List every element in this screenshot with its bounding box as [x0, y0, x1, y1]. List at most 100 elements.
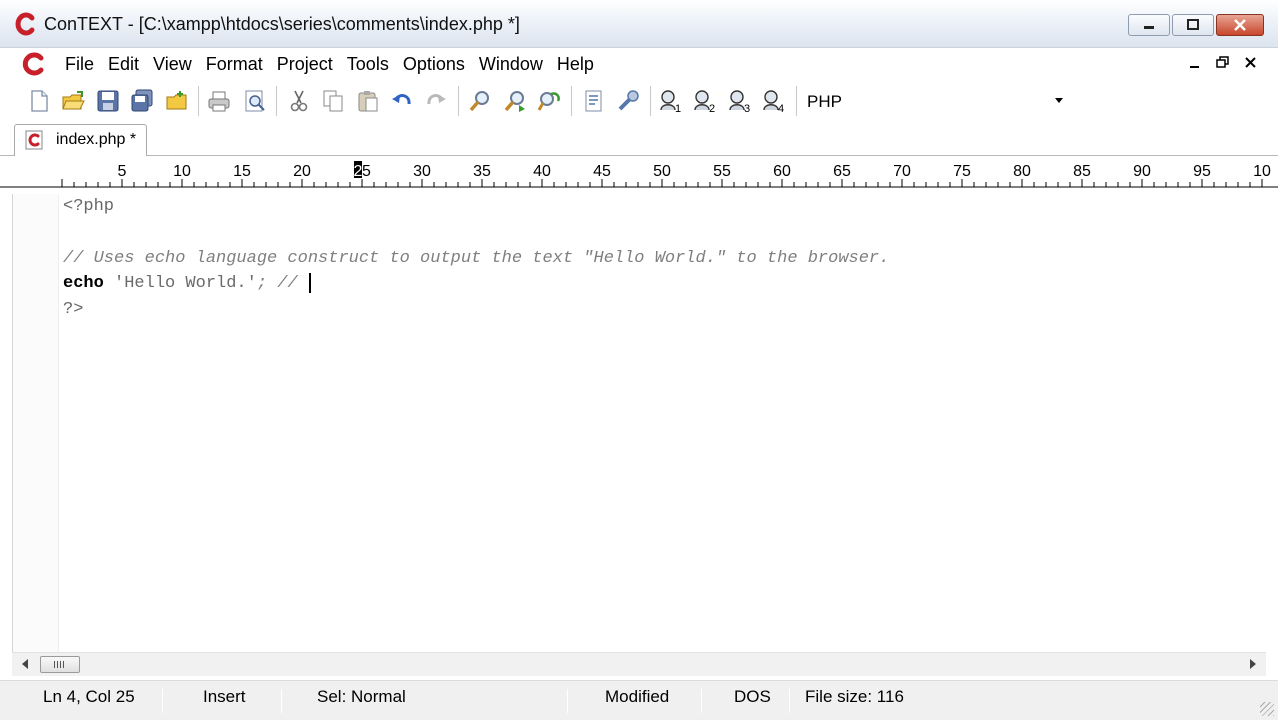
code-keyword: echo — [63, 274, 104, 294]
scroll-right-icon[interactable] — [1250, 659, 1256, 669]
language-select[interactable]: PHP — [800, 87, 1070, 115]
ruler-label: 80 — [1013, 163, 1031, 180]
ruler-label: 95 — [1193, 163, 1211, 180]
menu-tools[interactable]: Tools — [340, 52, 396, 76]
svg-text:1: 1 — [675, 103, 681, 113]
find-icon[interactable] — [467, 88, 493, 114]
column-ruler: 5 10 15 20 252 30 35 40 45 50 55 60 65 70 75 80 85 90 95 10 — [0, 156, 1278, 194]
menu-options[interactable]: Options — [396, 52, 472, 76]
minimize-button[interactable] — [1128, 14, 1170, 36]
print-icon[interactable] — [206, 88, 232, 114]
replace-icon[interactable] — [536, 88, 562, 114]
status-insert-mode: Insert — [203, 687, 246, 706]
scroll-left-icon[interactable] — [22, 659, 28, 669]
menu-window[interactable]: Window — [472, 52, 550, 76]
document-restore-button[interactable] — [1216, 54, 1230, 72]
ruler-label: 15 — [233, 163, 251, 180]
chevron-down-icon — [1055, 98, 1063, 103]
menu-project[interactable]: Project — [270, 52, 340, 76]
export-icon[interactable] — [581, 88, 607, 114]
ruler-label: 10 — [173, 163, 191, 180]
code-rest: ; // — [256, 274, 298, 294]
ruler-label: 30 — [413, 163, 431, 180]
maximize-button[interactable] — [1172, 14, 1214, 36]
ruler-label: 55 — [713, 163, 731, 180]
print-preview-icon[interactable] — [242, 88, 268, 114]
maximize-icon — [1173, 15, 1213, 35]
ruler-label: 65 — [833, 163, 851, 180]
code-area[interactable]: <?php // Uses echo language construct to… — [63, 194, 889, 323]
code-line-1: <?php — [63, 197, 115, 216]
close-icon — [1217, 15, 1263, 35]
ruler-label: 35 — [473, 163, 491, 180]
user-command-2-icon[interactable]: 2 — [692, 88, 718, 114]
menu-edit[interactable]: Edit — [101, 52, 146, 76]
code-string: 'Hello World.' — [114, 274, 257, 294]
ruler-label: 10 — [1253, 163, 1271, 180]
title-bar: ConTEXT - [C:\xampp\htdocs\series\commen… — [0, 0, 1278, 48]
open-file-icon[interactable] — [60, 88, 86, 114]
tab-index-php[interactable]: index.php * — [14, 124, 147, 156]
svg-text:3: 3 — [744, 103, 750, 113]
menu-file[interactable]: File — [58, 52, 101, 76]
scrollbar-thumb[interactable] — [40, 656, 80, 673]
ruler-label: 50 — [653, 163, 671, 180]
text-caret — [308, 272, 311, 293]
copy-icon[interactable] — [320, 88, 346, 114]
code-line-4: echo 'Hello World.'; // — [63, 271, 889, 297]
code-line-5: ?> — [63, 300, 84, 320]
ruler-label: 5 — [118, 163, 127, 180]
language-select-value: PHP — [807, 92, 842, 111]
ruler-label: 45 — [593, 163, 611, 180]
tools-icon[interactable] — [615, 88, 641, 114]
paste-icon[interactable] — [355, 88, 381, 114]
svg-text:2: 2 — [709, 103, 715, 113]
redo-icon[interactable] — [423, 88, 449, 114]
ruler-label: 85 — [1073, 163, 1091, 180]
tab-bar: index.php * — [0, 122, 1278, 156]
document-minimize-button[interactable] — [1188, 54, 1202, 72]
undo-icon[interactable] — [389, 88, 415, 114]
ruler-cursor-digit: 2 — [354, 163, 363, 180]
ruler-label: 75 — [953, 163, 971, 180]
grip-icon — [54, 661, 66, 668]
tab-label: index.php * — [56, 131, 137, 148]
save-icon[interactable] — [95, 88, 121, 114]
ruler-label: 70 — [893, 163, 911, 180]
window-title: ConTEXT - [C:\xampp\htdocs\series\commen… — [44, 14, 520, 34]
status-selection-mode: Sel: Normal — [317, 687, 406, 706]
document-close-button[interactable] — [1244, 54, 1258, 72]
php-file-icon — [25, 130, 43, 150]
close-window-button[interactable] — [1216, 14, 1264, 36]
find-next-icon[interactable] — [502, 88, 528, 114]
window-controls — [1128, 14, 1264, 36]
editor-gutter — [13, 194, 59, 652]
user-command-1-icon[interactable]: 1 — [658, 88, 684, 114]
minimize-icon — [1129, 15, 1169, 35]
horizontal-scrollbar[interactable] — [12, 652, 1266, 676]
new-file-icon[interactable] — [26, 88, 52, 114]
ruler-label: 60 — [773, 163, 791, 180]
ruler-label: 90 — [1133, 163, 1151, 180]
ruler-label: 20 — [293, 163, 311, 180]
menu-format[interactable]: Format — [199, 52, 270, 76]
user-command-3-icon[interactable]: 3 — [727, 88, 753, 114]
ruler-label: 40 — [533, 163, 551, 180]
user-command-4-icon[interactable]: 4 — [761, 88, 787, 114]
status-file-size: File size: 116 — [805, 687, 904, 706]
cut-icon[interactable] — [286, 88, 312, 114]
open-folder-icon[interactable] — [164, 88, 190, 114]
status-line-ending: DOS — [734, 687, 771, 706]
resize-grip-icon[interactable] — [1260, 702, 1274, 716]
toolbar: 1 2 3 4 — [0, 80, 1278, 122]
status-modified: Modified — [605, 687, 670, 706]
code-line-3: // Uses echo language construct to outpu… — [63, 248, 890, 268]
document-menu-icon[interactable] — [22, 52, 46, 76]
save-all-icon[interactable] — [129, 88, 155, 114]
menu-help[interactable]: Help — [550, 52, 601, 76]
svg-text:4: 4 — [778, 103, 784, 113]
context-logo-icon — [15, 12, 35, 36]
code-editor[interactable]: <?php // Uses echo language construct to… — [12, 194, 1266, 652]
menu-view[interactable]: View — [146, 52, 199, 76]
